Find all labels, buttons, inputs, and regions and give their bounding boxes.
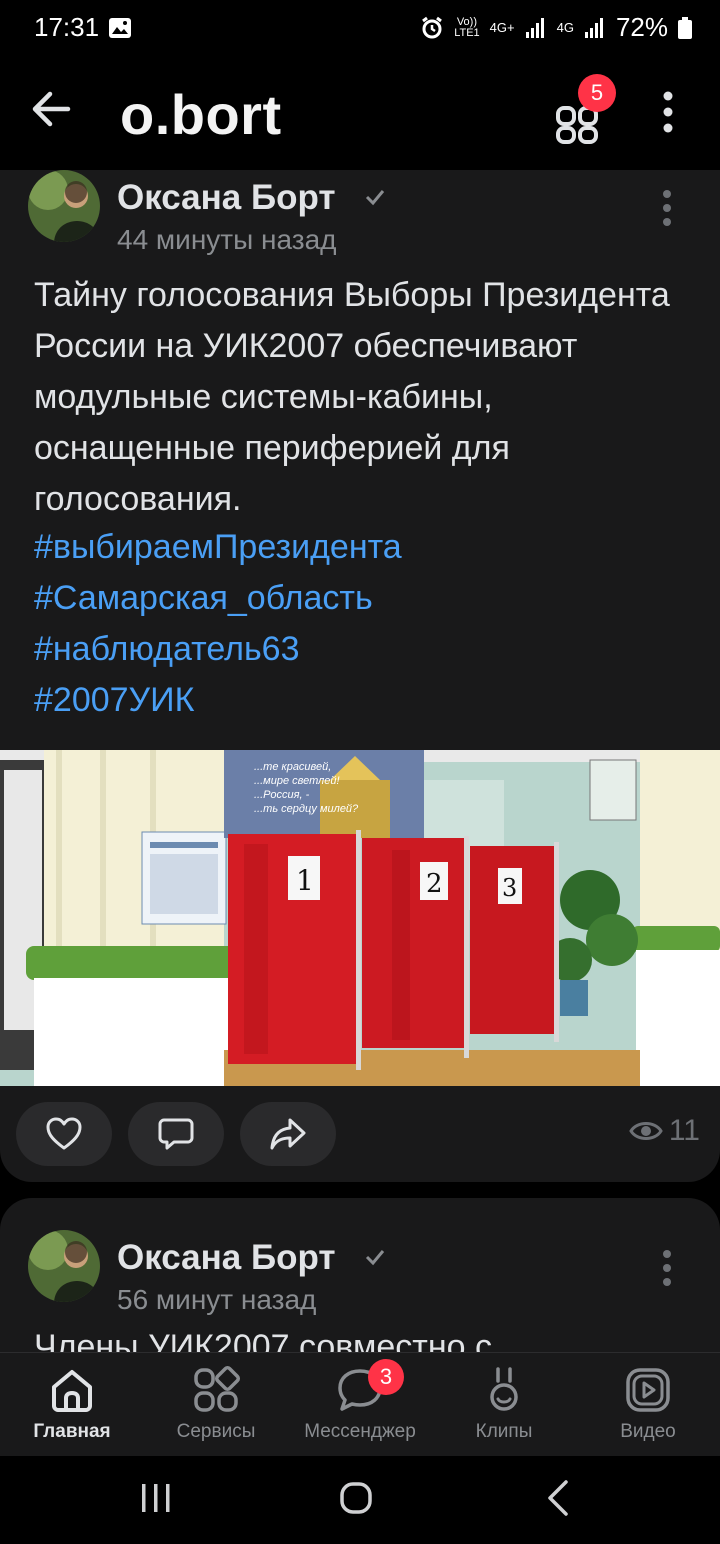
nav-clips[interactable]: Клипы	[432, 1365, 576, 1455]
post-text: Тайну голосования Выборы Президента Росс…	[34, 276, 670, 518]
nav-label: Клипы	[475, 1421, 533, 1442]
banner-text: ...ть сердцу милей?	[254, 803, 359, 815]
back-arrow-icon[interactable]	[22, 80, 80, 138]
messenger-badge: 3	[368, 1359, 404, 1395]
comment-button[interactable]	[128, 1102, 224, 1166]
booth-number: 1	[296, 864, 314, 897]
network-type-2: 4G	[556, 20, 574, 35]
avatar[interactable]	[28, 1230, 100, 1302]
share-button[interactable]	[240, 1102, 336, 1166]
nav-label: Видео	[620, 1421, 676, 1442]
banner-text: ...Россия, -	[254, 789, 310, 801]
post-menu-icon[interactable]	[652, 1244, 682, 1294]
status-bar: 17:31 Vo)) LTE1 4G+ 4G 72%	[0, 0, 720, 60]
hashtag-link[interactable]: #наблюдатель63	[34, 624, 694, 675]
post-author[interactable]: Оксана Борт	[117, 1238, 336, 1278]
services-badge: 5	[578, 74, 616, 112]
share-arrow-icon	[270, 1118, 306, 1150]
volte-indicator: Vo)) LTE1	[454, 15, 480, 39]
nav-services[interactable]: Сервисы	[144, 1365, 288, 1455]
verified-check-icon	[365, 1250, 385, 1266]
home-icon	[52, 1370, 92, 1412]
alarm-icon	[422, 16, 443, 38]
banner-text: ...мире светлей!	[254, 775, 340, 787]
video-icon	[626, 1368, 670, 1412]
gallery-notification-icon	[109, 18, 131, 38]
post-time: 44 минуты назад	[117, 224, 337, 255]
post-photo[interactable]: ...те красивей, ...мире светлей! ...Росс…	[0, 750, 720, 1086]
battery-icon	[678, 16, 692, 39]
app-header: o.bort 5	[0, 60, 720, 170]
clips-icon	[490, 1367, 518, 1411]
network-type-1: 4G+	[489, 20, 515, 35]
services-icon	[194, 1365, 241, 1412]
signal-icon-2	[584, 17, 603, 38]
views-counter: 11	[629, 1114, 700, 1148]
status-time: 17:31	[34, 12, 100, 42]
heart-icon	[46, 1117, 82, 1150]
hashtag-link[interactable]: #Самарская_область	[34, 573, 694, 624]
page-title: o.bort	[120, 83, 282, 146]
nav-messenger[interactable]: Мессенджер	[288, 1365, 432, 1455]
post-hashtags: #выбираемПрезидента #Самарская_область #…	[34, 522, 694, 726]
post-menu-icon[interactable]	[652, 184, 682, 234]
bottom-navigation: Главная Сервисы Мессенджер 3 Клипы Видео	[0, 1352, 720, 1457]
like-button[interactable]	[16, 1102, 112, 1166]
system-navigation	[0, 1456, 720, 1544]
hashtag-link[interactable]: #2007УИК	[34, 675, 694, 726]
views-count: 11	[668, 1114, 700, 1147]
post-card: Оксана Борт 44 минуты назад Тайну голосо…	[0, 170, 720, 1182]
status-right: Vo)) LTE1 4G+ 4G 72%	[420, 12, 692, 43]
comment-icon	[158, 1118, 194, 1150]
signal-icon	[525, 17, 544, 38]
nav-video[interactable]: Видео	[576, 1365, 720, 1455]
post-time: 56 минут назад	[117, 1284, 317, 1315]
banner-text: ...те красивей,	[254, 761, 331, 773]
eye-icon	[629, 1122, 663, 1140]
system-back-icon[interactable]	[540, 1478, 576, 1518]
hashtag-link[interactable]: #выбираемПрезидента	[34, 522, 694, 573]
nav-label: Мессенджер	[304, 1421, 416, 1442]
home-circle-icon[interactable]	[338, 1480, 374, 1516]
nav-label: Главная	[33, 1421, 111, 1442]
nav-home[interactable]: Главная	[0, 1365, 144, 1455]
avatar[interactable]	[28, 170, 100, 242]
post-author[interactable]: Оксана Борт	[117, 178, 336, 218]
booth-number: 3	[502, 874, 517, 902]
booth-number: 2	[426, 869, 443, 899]
battery-percent: 72%	[615, 12, 668, 42]
nav-label: Сервисы	[176, 1421, 256, 1442]
recents-icon[interactable]	[138, 1480, 174, 1516]
verified-check-icon	[365, 190, 385, 206]
more-vertical-icon[interactable]	[648, 82, 688, 142]
